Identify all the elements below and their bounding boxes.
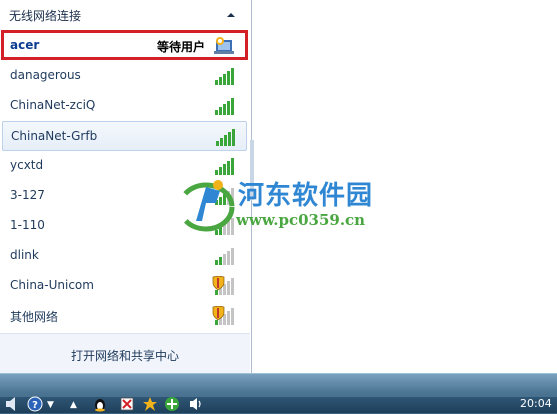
network-name: acer xyxy=(10,38,40,52)
sound-icon[interactable] xyxy=(4,396,20,412)
wireless-section-title: 无线网络连接 xyxy=(9,9,82,23)
watermark-logo-icon xyxy=(177,180,235,232)
network-name: 1-110 xyxy=(10,218,45,232)
system-tray xyxy=(0,397,557,413)
signal-strength-icon xyxy=(215,248,234,265)
network-name: 其他网络 xyxy=(10,310,59,324)
volume-icon[interactable] xyxy=(188,396,204,412)
chevron-up-icon[interactable]: ▲ xyxy=(70,400,77,410)
chevron-up-icon[interactable] xyxy=(224,10,238,20)
taskbar-clock[interactable]: 20:04 xyxy=(520,397,552,410)
security-icon[interactable] xyxy=(164,396,180,412)
network-item-chinanet-zciq[interactable]: ChinaNet-zciQ xyxy=(0,90,250,120)
network-name: China-Unicom xyxy=(10,278,94,292)
network-status: 等待用户 xyxy=(157,40,206,54)
watermark-url: www.pc0359.cn xyxy=(236,211,366,229)
network-name: ycxtd xyxy=(10,158,44,172)
network-item-danagerous[interactable]: danagerous xyxy=(0,60,250,90)
network-item-dlink[interactable]: dlink xyxy=(0,240,250,270)
network-name: 3-127 xyxy=(10,188,45,202)
network-item-chinanet-grfb[interactable]: ChinaNet-Grfb xyxy=(2,121,247,151)
secured-signal-icon xyxy=(212,276,234,295)
watermark-title: 河东软件园 xyxy=(238,181,374,211)
network-name: dlink xyxy=(10,248,39,262)
open-network-center-link[interactable]: 打开网络和共享中心 xyxy=(0,347,250,364)
network-waiting-icon xyxy=(214,37,234,54)
help-icon[interactable]: ? xyxy=(27,396,43,412)
network-name: ChinaNet-Grfb xyxy=(11,129,98,143)
secured-signal-icon xyxy=(212,306,234,325)
network-name: ChinaNet-zciQ xyxy=(10,98,96,112)
qq-penguin-icon[interactable] xyxy=(92,396,108,412)
signal-strength-icon xyxy=(216,129,235,146)
network-item-acer[interactable]: acer 等待用户 xyxy=(1,30,248,60)
signal-strength-icon xyxy=(215,68,234,85)
notification-icon[interactable] xyxy=(142,396,158,412)
flag-icon[interactable] xyxy=(119,396,135,412)
wireless-section-header[interactable]: 无线网络连接 xyxy=(0,0,250,30)
svg-text:?: ? xyxy=(32,400,38,411)
chevron-down-icon[interactable]: ▼ xyxy=(47,400,54,410)
signal-strength-icon xyxy=(215,98,234,115)
network-item-china-unicom[interactable]: China-Unicom xyxy=(0,270,250,300)
flyout-footer: 打开网络和共享中心 xyxy=(0,333,250,374)
network-item-other[interactable]: 其他网络 xyxy=(0,300,250,330)
network-name: danagerous xyxy=(10,68,81,82)
